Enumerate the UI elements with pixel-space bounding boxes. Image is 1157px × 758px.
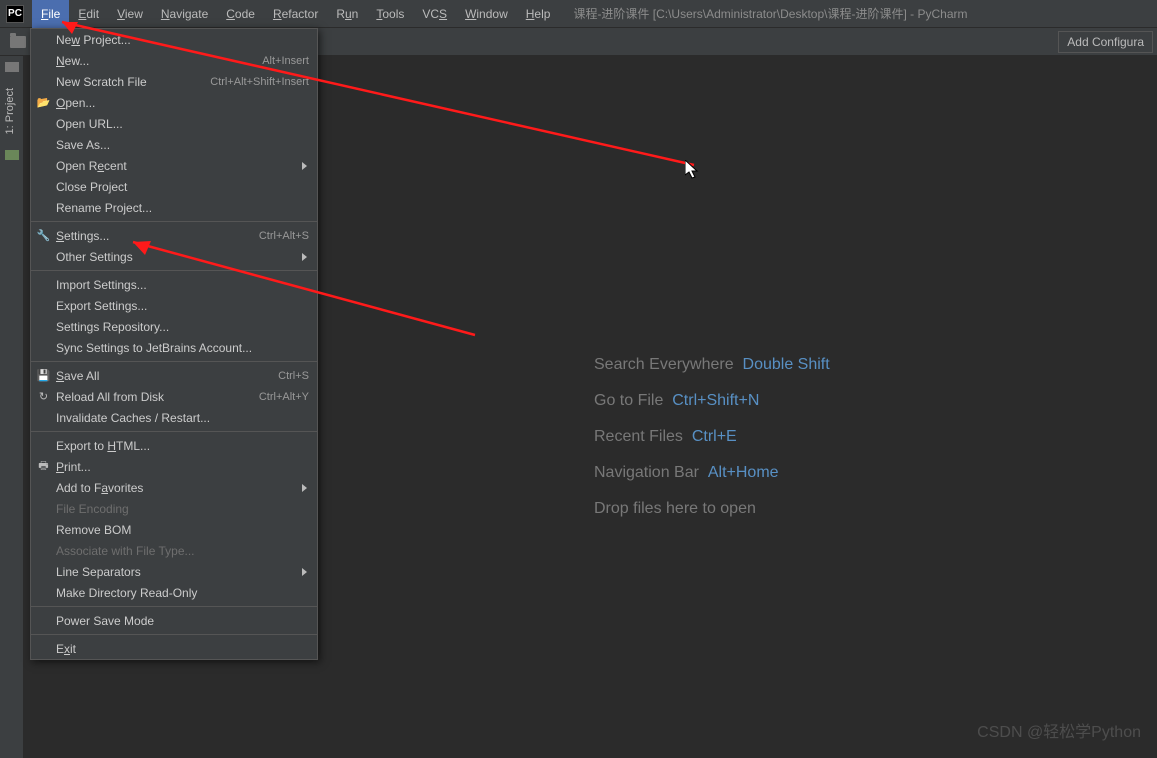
separator [31, 221, 317, 222]
menu-window[interactable]: Window [456, 0, 517, 28]
file-menu-dropdown: New Project... New...Alt+Insert New Scra… [30, 28, 318, 660]
app-icon: PC [6, 5, 24, 23]
menu-open-url[interactable]: Open URL... [31, 113, 317, 134]
folder-open-icon: 📂 [37, 96, 50, 109]
separator [31, 431, 317, 432]
tool-icon [5, 150, 19, 160]
menu-settings-repo[interactable]: Settings Repository... [31, 316, 317, 337]
menu-import-settings[interactable]: Import Settings... [31, 274, 317, 295]
chevron-right-icon [302, 568, 307, 576]
folder-icon [10, 36, 26, 48]
menu-rename-project[interactable]: Rename Project... [31, 197, 317, 218]
menu-file[interactable]: File [32, 0, 69, 28]
menu-other-settings[interactable]: Other Settings [31, 246, 317, 267]
menu-export-settings[interactable]: Export Settings... [31, 295, 317, 316]
chevron-right-icon [302, 253, 307, 261]
project-tool-tab[interactable]: 1: Project [0, 78, 20, 144]
tip-search: Search Everywhere Double Shift [594, 356, 830, 374]
menu-close-project[interactable]: Close Project [31, 176, 317, 197]
menu-settings[interactable]: 🔧Settings...Ctrl+Alt+S [31, 225, 317, 246]
tip-drop: Drop files here to open [594, 500, 830, 518]
menu-run[interactable]: Run [327, 0, 367, 28]
menu-vcs[interactable]: VCS [413, 0, 456, 28]
menu-navigate[interactable]: Navigate [152, 0, 217, 28]
menu-export-html[interactable]: Export to HTML... [31, 435, 317, 456]
menu-power-save[interactable]: Power Save Mode [31, 610, 317, 631]
separator [31, 361, 317, 362]
print-icon: 🖶 [37, 460, 50, 473]
window-title: 课程-进阶课件 [C:\Users\Administrator\Desktop\… [573, 5, 967, 22]
save-icon: 💾 [37, 369, 50, 382]
watermark: CSDN @轻松学Python [977, 718, 1141, 742]
menu-new-project[interactable]: New Project... [31, 29, 317, 50]
menu-make-readonly[interactable]: Make Directory Read-Only [31, 582, 317, 603]
left-tool-strip: 1: Project [0, 56, 24, 758]
menubar: PC File Edit View Navigate Code Refactor… [0, 0, 1157, 28]
welcome-tips: Search Everywhere Double Shift Go to Fil… [594, 356, 830, 536]
separator [31, 270, 317, 271]
menu-new-scratch[interactable]: New Scratch FileCtrl+Alt+Shift+Insert [31, 71, 317, 92]
menu-help[interactable]: Help [517, 0, 560, 28]
menu-open-recent[interactable]: Open Recent [31, 155, 317, 176]
menu-save-all[interactable]: 💾Save AllCtrl+S [31, 365, 317, 386]
tip-nav: Navigation Bar Alt+Home [594, 464, 830, 482]
menu-edit[interactable]: Edit [69, 0, 108, 28]
chevron-right-icon [302, 484, 307, 492]
tool-icon [5, 62, 19, 72]
menu-assoc-filetype: Associate with File Type... [31, 540, 317, 561]
tip-goto: Go to File Ctrl+Shift+N [594, 392, 830, 410]
menu-code[interactable]: Code [217, 0, 264, 28]
wrench-icon: 🔧 [37, 229, 50, 242]
chevron-right-icon [302, 162, 307, 170]
menu-add-favorites[interactable]: Add to Favorites [31, 477, 317, 498]
menu-remove-bom[interactable]: Remove BOM [31, 519, 317, 540]
menu-print[interactable]: 🖶Print... [31, 456, 317, 477]
add-configuration-button[interactable]: Add Configura [1058, 31, 1153, 53]
menu-new[interactable]: New...Alt+Insert [31, 50, 317, 71]
menu-open[interactable]: 📂Open... [31, 92, 317, 113]
menu-exit[interactable]: Exit [31, 638, 317, 659]
menu-reload-all[interactable]: ↻Reload All from DiskCtrl+Alt+Y [31, 386, 317, 407]
menu-tools[interactable]: Tools [367, 0, 413, 28]
menu-file-encoding: File Encoding [31, 498, 317, 519]
menu-view[interactable]: View [108, 0, 152, 28]
menu-invalidate[interactable]: Invalidate Caches / Restart... [31, 407, 317, 428]
reload-icon: ↻ [37, 390, 50, 403]
tip-recent: Recent Files Ctrl+E [594, 428, 830, 446]
menu-save-as[interactable]: Save As... [31, 134, 317, 155]
menu-sync-settings[interactable]: Sync Settings to JetBrains Account... [31, 337, 317, 358]
menu-line-separators[interactable]: Line Separators [31, 561, 317, 582]
separator [31, 606, 317, 607]
separator [31, 634, 317, 635]
menu-refactor[interactable]: Refactor [264, 0, 327, 28]
